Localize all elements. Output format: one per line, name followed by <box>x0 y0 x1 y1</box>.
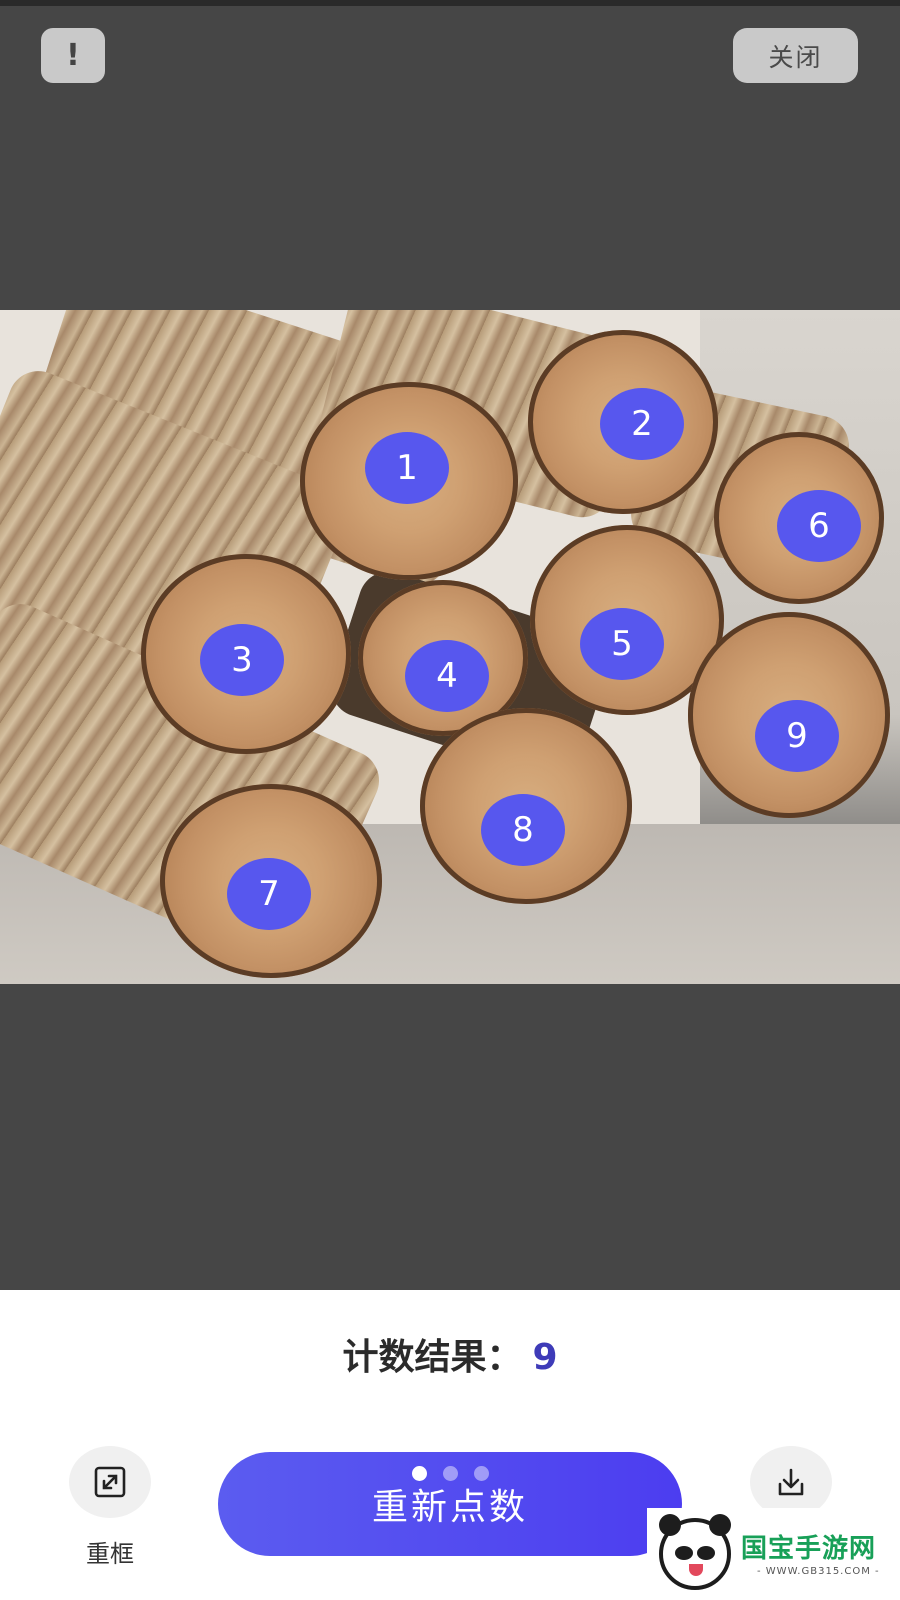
count-marker[interactable]: 8 <box>481 794 565 866</box>
pager-dot <box>411 1466 427 1481</box>
watermark: 国宝手游网 - WWW.GB315.COM - <box>647 1508 900 1600</box>
info-button[interactable]: ! <box>41 28 105 83</box>
reframe-button[interactable] <box>69 1446 151 1518</box>
pager-dot <box>442 1466 458 1481</box>
pager-dot <box>473 1466 489 1481</box>
count-marker[interactable]: 5 <box>580 608 664 680</box>
count-marker[interactable]: 7 <box>227 858 311 930</box>
count-marker[interactable]: 4 <box>405 640 489 712</box>
watermark-title: 国宝手游网 <box>741 1534 877 1564</box>
download-icon <box>778 1468 804 1496</box>
recount-label: 重新点数 <box>371 1487 528 1528</box>
count-result-label: 计数结果： <box>342 1337 523 1378</box>
pager-dots <box>218 1466 682 1481</box>
count-result-value: 9 <box>532 1337 558 1378</box>
count-marker[interactable]: 2 <box>600 388 684 460</box>
recount-button[interactable]: 重新点数 <box>218 1452 682 1556</box>
exclamation-icon: ! <box>66 38 80 73</box>
watermark-url: - WWW.GB315.COM - <box>757 1566 880 1577</box>
count-result: 计数结果： 9 <box>0 1328 900 1380</box>
status-strip <box>0 0 900 6</box>
count-marker[interactable]: 3 <box>200 624 284 696</box>
close-button[interactable]: 关闭 <box>733 28 858 83</box>
count-marker[interactable]: 1 <box>365 432 449 504</box>
expand-icon <box>94 1466 126 1498</box>
count-marker[interactable]: 6 <box>777 490 861 562</box>
count-marker[interactable]: 9 <box>755 700 839 772</box>
panda-logo-icon <box>659 1514 731 1590</box>
log-photo: 1 2 3 4 5 6 7 8 9 <box>0 310 900 984</box>
reframe-label: 重框 <box>86 1540 134 1568</box>
